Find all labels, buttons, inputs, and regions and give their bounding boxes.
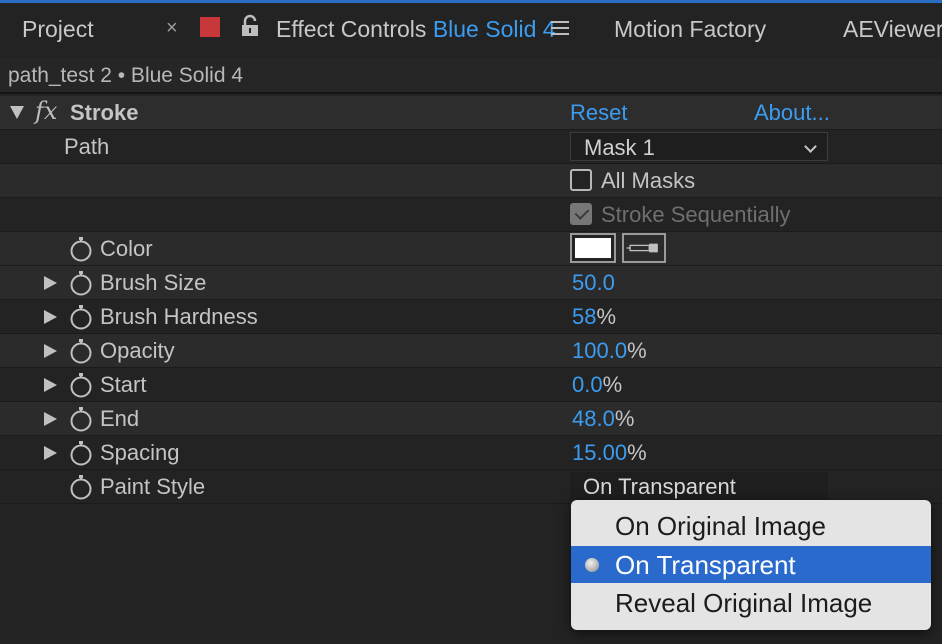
expand-triangle-icon[interactable]: [44, 378, 57, 392]
color-label: Color: [100, 236, 153, 261]
expand-triangle-icon[interactable]: [44, 276, 57, 290]
expand-triangle-icon[interactable]: [44, 412, 57, 426]
expand-triangle-icon[interactable]: [44, 344, 57, 358]
about-link[interactable]: About...: [754, 100, 830, 126]
property-label: Brush Hardness: [100, 304, 258, 329]
property-value-unit: %: [627, 338, 647, 363]
property-label: End: [100, 406, 140, 431]
property-value-number[interactable]: 58: [572, 304, 596, 329]
reset-link[interactable]: Reset: [570, 100, 627, 126]
property-value-number[interactable]: 50.0: [572, 270, 615, 295]
property-value-number[interactable]: 100.0: [572, 338, 627, 363]
color-row: Color: [0, 232, 942, 266]
menu-item-label: Reveal Original Image: [615, 588, 873, 618]
stroke-sequentially-row: Stroke Sequentially: [0, 198, 942, 232]
property-value-number[interactable]: 15.00: [572, 440, 627, 465]
tab-motion-factory[interactable]: Motion Factory: [614, 16, 766, 43]
all-masks-checkbox[interactable]: [570, 169, 592, 191]
property-row: Brush Size 50.0: [0, 266, 942, 300]
path-dropdown-value: Mask 1: [584, 135, 655, 160]
collapse-triangle-icon[interactable]: [10, 106, 24, 119]
panel-tab-bar: Project × Effect Controls Blue Solid 4 M…: [0, 3, 942, 58]
color-swatch-fill: [575, 238, 611, 258]
path-dropdown[interactable]: Mask 1: [570, 132, 828, 161]
effect-header-row: fx Stroke Reset About...: [0, 96, 942, 130]
path-label: Path: [64, 134, 110, 159]
property-value-unit: %: [627, 440, 647, 465]
eyedropper-icon[interactable]: [622, 233, 666, 263]
stopwatch-icon[interactable]: [68, 236, 94, 262]
menu-item-label: On Original Image: [615, 511, 826, 541]
stroke-sequentially-label: Stroke Sequentially: [601, 202, 791, 227]
tab-effect-controls[interactable]: Effect Controls Blue Solid 4: [276, 16, 556, 43]
path-row: Path Mask 1: [0, 130, 942, 164]
breadcrumb: path_test 2 • Blue Solid 4: [0, 58, 942, 94]
paint-style-popup-menu: On Original Image On Transparent Reveal …: [571, 500, 931, 630]
property-label: Spacing: [100, 440, 180, 465]
paint-style-dropdown[interactable]: On Transparent: [570, 472, 828, 501]
stroke-sequentially-checkbox: [570, 203, 592, 225]
tab-project[interactable]: Project: [22, 16, 94, 43]
close-icon[interactable]: ×: [166, 17, 178, 40]
all-masks-row: All Masks: [0, 164, 942, 198]
tab-effect-controls-layer: Blue Solid 4: [432, 16, 556, 42]
stopwatch-icon[interactable]: [68, 440, 94, 466]
layer-color-swatch: [200, 17, 220, 37]
paint-style-value: On Transparent: [583, 474, 736, 499]
property-label: Brush Size: [100, 270, 207, 295]
property-row: Opacity 100.0%: [0, 334, 942, 368]
property-value[interactable]: 50.0: [572, 270, 615, 296]
breadcrumb-text: path_test 2 • Blue Solid 4: [8, 64, 244, 87]
property-value[interactable]: 15.00%: [572, 440, 647, 466]
menu-item-on-original-image[interactable]: On Original Image: [571, 507, 931, 544]
stopwatch-icon[interactable]: [68, 270, 94, 296]
property-row: Brush Hardness 58%: [0, 300, 942, 334]
menu-item-on-transparent[interactable]: On Transparent: [571, 546, 931, 583]
property-value[interactable]: 0.0%: [572, 372, 622, 398]
property-value[interactable]: 58%: [572, 304, 616, 330]
property-row: Spacing 15.00%: [0, 436, 942, 470]
paint-style-row: Paint Style On Transparent: [0, 470, 942, 504]
property-value[interactable]: 100.0%: [572, 338, 647, 364]
menu-item-label: On Transparent: [615, 550, 796, 580]
menu-item-reveal-original-image[interactable]: Reveal Original Image: [571, 584, 931, 621]
property-value-unit: %: [596, 304, 617, 329]
stopwatch-icon[interactable]: [68, 304, 94, 330]
expand-triangle-icon[interactable]: [44, 446, 57, 460]
property-value-number[interactable]: 48.0: [572, 406, 615, 431]
property-value-unit: %: [614, 406, 635, 431]
stopwatch-icon[interactable]: [68, 338, 94, 364]
expand-triangle-icon[interactable]: [44, 310, 57, 324]
property-value-unit: %: [602, 372, 623, 397]
selected-radio-icon: [585, 558, 599, 572]
property-label: Opacity: [100, 338, 175, 363]
property-row: End 48.0%: [0, 402, 942, 436]
paint-style-label: Paint Style: [100, 474, 206, 499]
color-swatch[interactable]: [570, 233, 616, 263]
property-value-number[interactable]: 0.0: [572, 372, 603, 397]
hamburger-menu-icon[interactable]: [551, 21, 569, 35]
chevron-down-icon: [804, 140, 817, 153]
property-row: Start 0.0%: [0, 368, 942, 402]
property-label: Start: [100, 372, 147, 397]
stopwatch-icon[interactable]: [68, 474, 94, 500]
tab-aeviewer[interactable]: AEViewer: [843, 16, 942, 43]
unlock-icon[interactable]: [240, 14, 260, 38]
stopwatch-icon[interactable]: [68, 372, 94, 398]
stopwatch-icon[interactable]: [68, 406, 94, 432]
effect-name: Stroke: [70, 100, 139, 125]
tab-effect-controls-prefix: Effect Controls: [276, 16, 427, 42]
fx-toggle-icon[interactable]: fx: [35, 97, 57, 125]
all-masks-label: All Masks: [601, 168, 696, 193]
property-value[interactable]: 48.0%: [572, 406, 634, 432]
